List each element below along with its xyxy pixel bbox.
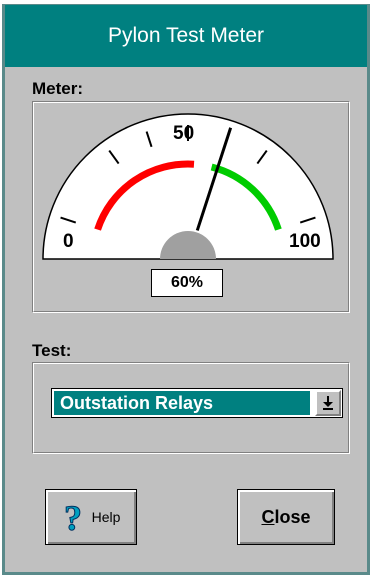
help-button-label: Help [91,509,121,525]
close-button[interactable]: Close [237,489,335,545]
question-mark-icon: ? [63,500,82,534]
test-label: Test: [32,341,72,360]
test-select-value[interactable]: Outstation Relays [54,391,310,415]
meter-readout: 60% [151,269,223,297]
help-button[interactable]: ? Help [45,489,137,545]
test-select[interactable]: Outstation Relays [51,388,343,418]
arrow-down-icon [323,396,333,410]
pylon-test-meter-window: Pylon Test Meter Meter: 0 50 100 60% Tes… [2,4,370,575]
gauge-label-max: 100 [289,231,321,252]
close-mnemonic: C [261,506,275,527]
dropdown-arrow-icon[interactable] [315,390,341,416]
close-button-label: lose [274,506,311,527]
gauge-label-mid: 50 [173,123,194,144]
svg-text:?: ? [64,500,82,534]
gauge-label-min: 0 [63,231,74,252]
